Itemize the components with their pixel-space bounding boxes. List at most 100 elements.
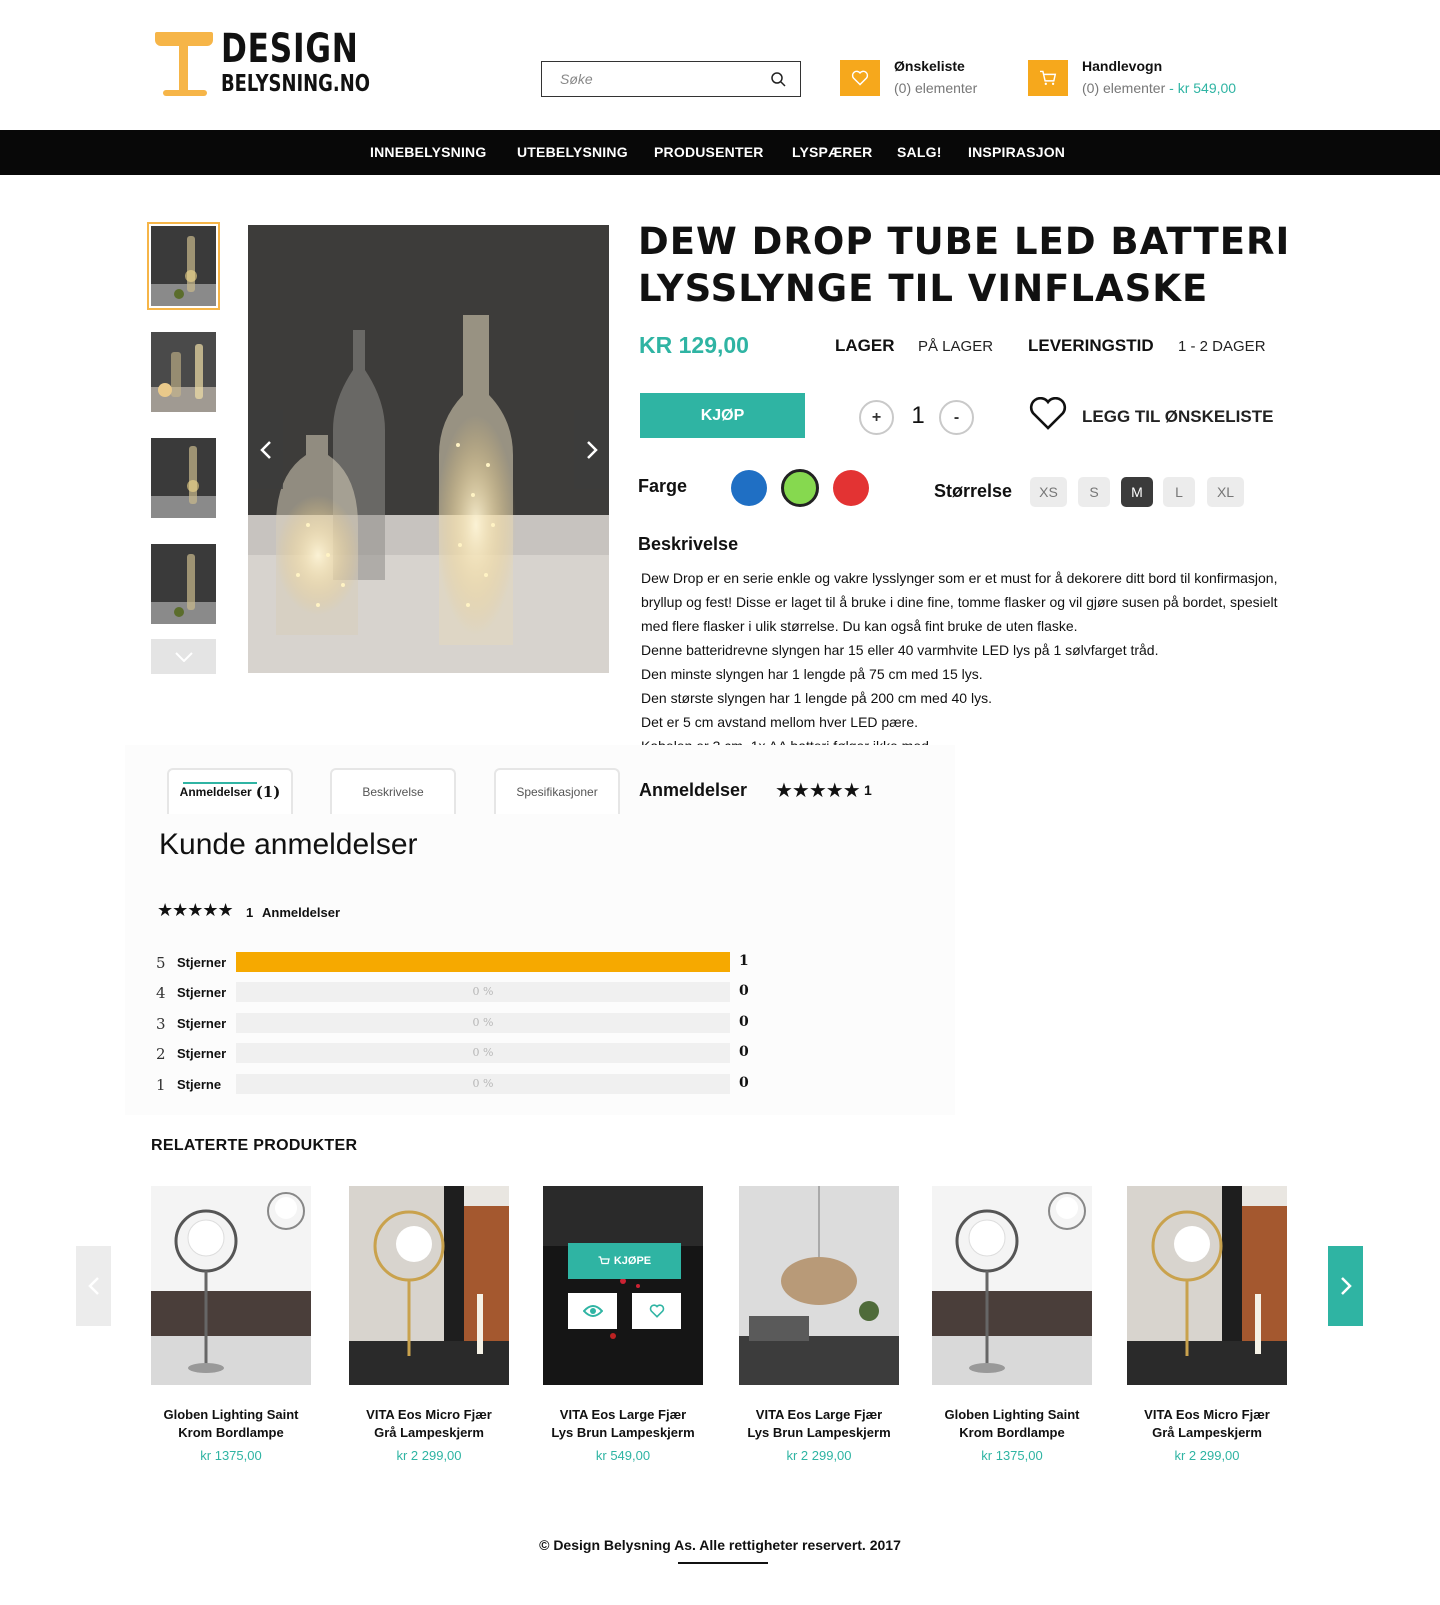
bottle-photo — [151, 438, 216, 518]
table-lamp-photo — [1127, 1186, 1287, 1385]
product-image[interactable] — [151, 1186, 311, 1385]
search-input[interactable] — [542, 62, 762, 96]
product-name[interactable]: VITA Eos Micro Fjær Grå Lampeskjerm — [339, 1406, 519, 1442]
related-prev-button[interactable] — [76, 1246, 111, 1326]
tab-beskrivelse[interactable]: Beskrivelse — [330, 768, 456, 814]
floor-lamp-photo — [151, 1186, 311, 1385]
color-swatch-green[interactable] — [781, 469, 819, 507]
reviews-stars[interactable]: ★★★★★ — [775, 778, 861, 803]
related-next-button[interactable] — [1328, 1246, 1363, 1326]
wishlist-label[interactable]: Ønskeliste — [894, 58, 965, 74]
bottle-photo — [151, 226, 216, 306]
quantity-plus-button[interactable]: + — [859, 400, 894, 435]
rating-row-bar: 0 % — [236, 1074, 730, 1094]
wishlist-button[interactable] — [840, 60, 880, 96]
size-option-l[interactable]: L — [1163, 477, 1195, 507]
quick-buy-button[interactable]: KJØPE — [568, 1243, 681, 1279]
cart-icon — [1040, 70, 1057, 85]
summary-stars: ★★★★★ — [157, 900, 234, 920]
cart-button[interactable] — [1028, 60, 1068, 96]
tab-anmeldelser[interactable]: Anmeldelser (1) — [167, 768, 293, 814]
heart-icon[interactable] — [1029, 397, 1067, 431]
product-name-line: VITA Eos Large Fjær — [755, 1407, 883, 1422]
size-label: Størrelse — [934, 481, 1013, 501]
product-price: kr 2 299,00 — [786, 1448, 852, 1463]
heart-icon — [851, 70, 869, 86]
search-box — [541, 61, 801, 97]
tab-active-indicator — [183, 782, 257, 784]
size-option-xl[interactable]: XL — [1207, 477, 1244, 507]
product-thumbnail[interactable] — [151, 332, 216, 412]
product-name-line: VITA Eos Micro Fjær — [366, 1407, 492, 1422]
product-price: kr 1375,00 — [200, 1448, 262, 1463]
nav-item-utebelysning[interactable]: UTEBELYSNING — [517, 144, 628, 160]
product-title: DEW DROP TUBE LED BATTERI LYSSLYNGE TIL … — [638, 220, 1291, 310]
tab-label: Anmeldelser — [179, 785, 252, 799]
image-next-button[interactable] — [574, 410, 609, 489]
nav-item-produsenter[interactable]: PRODUSENTER — [654, 144, 764, 160]
product-name[interactable]: VITA Eos Micro Fjær Grå Lampeskjerm — [1117, 1406, 1297, 1442]
rating-row-label: Stjerne — [177, 1077, 222, 1092]
product-name-line: VITA Eos Large Fjær — [559, 1407, 687, 1422]
product-name[interactable]: Globen Lighting Saint Krom Bordlampe — [922, 1406, 1102, 1442]
thumbnails-down-button[interactable] — [151, 639, 216, 674]
product-name[interactable]: VITA Eos Large Fjær Lys Brun Lampeskjerm — [533, 1406, 713, 1442]
stock-value: PÅ LAGER — [918, 338, 994, 355]
color-swatch-blue[interactable] — [731, 470, 767, 506]
product-thumbnail[interactable] — [147, 222, 220, 310]
quantity-value[interactable]: 1 — [908, 402, 928, 430]
tab-spesifikasjoner[interactable]: Spesifikasjoner — [494, 768, 620, 814]
chevron-left-icon — [259, 440, 271, 459]
product-name[interactable]: Globen Lighting Saint Krom Bordlampe — [141, 1406, 321, 1442]
cart-separator: - — [1165, 80, 1178, 96]
product-name[interactable]: VITA Eos Large Fjær Lys Brun Lampeskjerm — [729, 1406, 909, 1442]
stock-label: LAGER — [835, 336, 895, 355]
quick-wishlist-button[interactable] — [632, 1293, 681, 1329]
nav-item-salg[interactable]: SALG! — [897, 144, 942, 160]
product-image[interactable] — [932, 1186, 1092, 1385]
product-name-line: Grå Lampeskjerm — [374, 1425, 484, 1440]
product-image[interactable] — [349, 1186, 509, 1385]
buy-button[interactable]: KJØP — [640, 393, 805, 438]
nav-item-lyspaerer[interactable]: LYSPÆRER — [792, 144, 872, 160]
cart-summary: (0) elementer - kr 549,00 — [1082, 80, 1236, 96]
rating-row-stars: 5 — [156, 954, 166, 972]
cart-label[interactable]: Handlevogn — [1082, 58, 1162, 74]
cart-total: kr 549,00 — [1177, 80, 1237, 96]
summary-label: Anmeldelser — [262, 905, 341, 920]
size-option-m[interactable]: M — [1121, 477, 1153, 507]
logo-text-design: DESIGN — [221, 26, 359, 72]
rating-row-label: Stjerner — [177, 1046, 227, 1061]
logo-text-domain: BELYSNING.NO — [221, 71, 370, 97]
size-option-xs[interactable]: XS — [1030, 477, 1067, 507]
add-to-wishlist-label[interactable]: LEGG TIL ØNSKELISTE — [1082, 407, 1273, 427]
product-thumbnail[interactable] — [151, 544, 216, 624]
reviews-label: Anmeldelser — [639, 780, 748, 800]
search-icon[interactable] — [770, 71, 786, 87]
quick-buy-label: KJØPE — [613, 1255, 652, 1267]
nav-item-inspirasjon[interactable]: INSPIRASJON — [968, 144, 1065, 160]
color-swatch-red[interactable] — [833, 470, 869, 506]
floor-lamp-photo — [932, 1186, 1092, 1385]
size-option-s[interactable]: S — [1078, 477, 1110, 507]
nav-item-innebelysning[interactable]: INNEBELYSNING — [370, 144, 486, 160]
product-image[interactable] — [739, 1186, 899, 1385]
site-header: DESIGN BELYSNING.NO Ønskeliste (0) eleme… — [0, 0, 1440, 130]
image-prev-button[interactable] — [248, 410, 283, 489]
rating-row-bar — [236, 952, 730, 972]
rating-row-bar: 0 % — [236, 982, 730, 1002]
product-image[interactable] — [1127, 1186, 1287, 1385]
rating-row-stars: 1 — [156, 1076, 166, 1094]
product-price: kr 1375,00 — [981, 1448, 1043, 1463]
reviews-count: 1 — [864, 782, 872, 798]
quick-view-button[interactable] — [568, 1293, 617, 1329]
product-thumbnail[interactable] — [151, 438, 216, 518]
product-image[interactable]: KJØPE — [543, 1186, 703, 1385]
site-logo[interactable]: DESIGN BELYSNING.NO — [155, 28, 370, 100]
wishlist-count: (0) elementer — [894, 80, 978, 96]
description-paragraph: Den minste slyngen har 1 lengde på 75 cm… — [641, 666, 983, 682]
rating-row-count: 0 — [739, 1044, 749, 1060]
chevron-down-icon — [174, 651, 193, 662]
quantity-minus-button[interactable]: - — [939, 400, 974, 435]
product-name-line: Lys Brun Lampeskjerm — [551, 1425, 695, 1440]
